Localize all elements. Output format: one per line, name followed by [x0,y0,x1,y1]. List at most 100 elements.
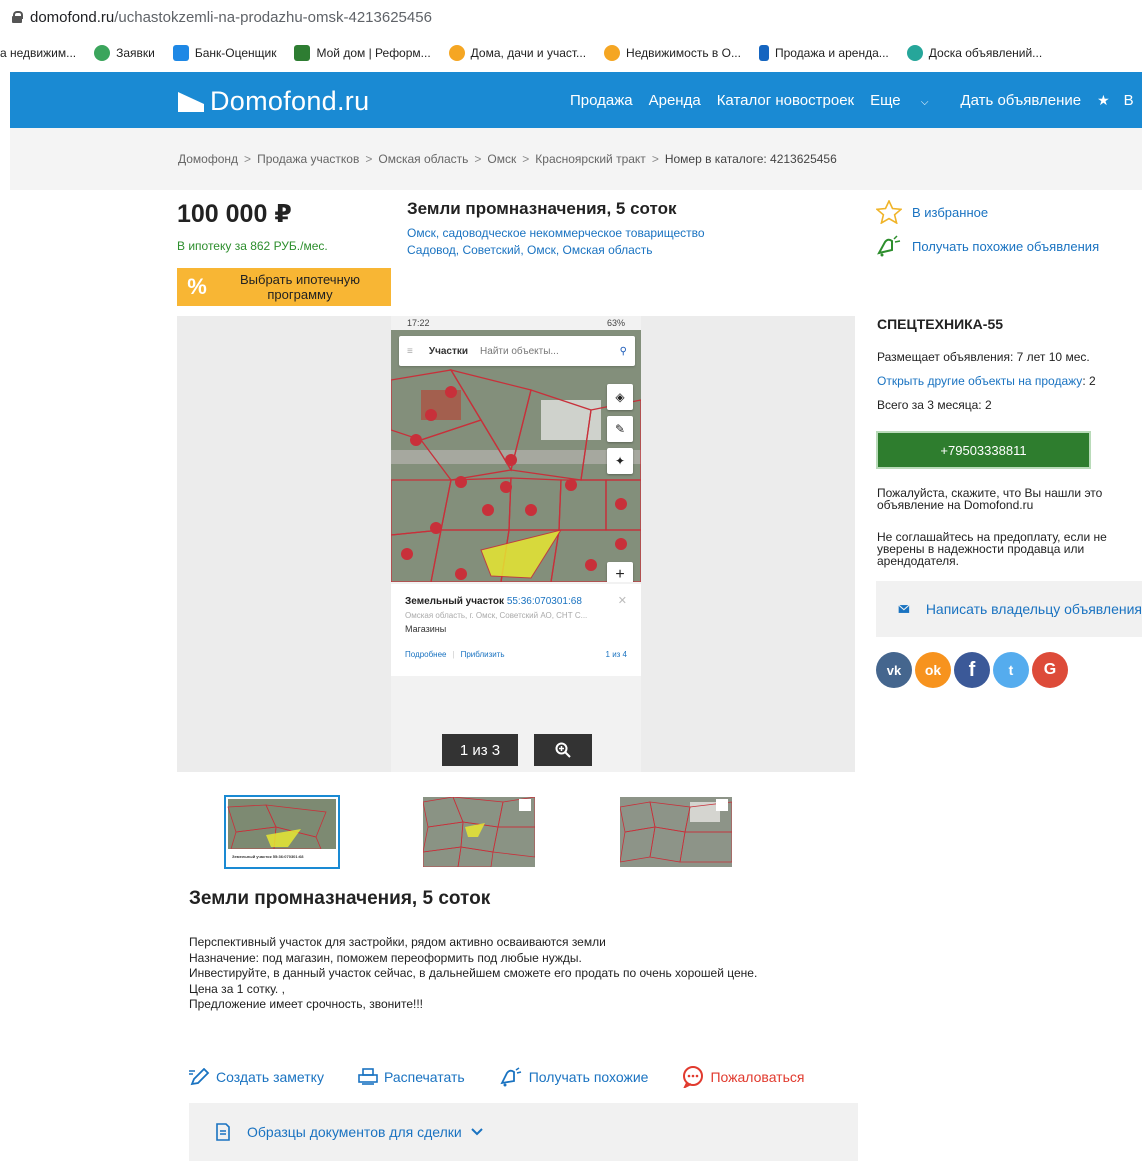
similar-label: Получать похожие объявления [912,238,1100,254]
complaint-icon [683,1066,704,1088]
address-bar[interactable]: domofond.ru/uchastokzemli-na-prodazhu-om… [0,0,1142,34]
write-owner-button[interactable]: Написать владельцу объявления [876,581,1142,637]
status-battery: 63% [606,318,625,328]
map-search-placeholder: Найти объекты... [480,345,559,357]
bookmark-label: Банк-Оценщик [194,46,277,60]
status-time: 17:22 [407,318,430,328]
bookmark-item[interactable]: Мой дом | Реформ... [294,45,431,61]
listing-title: Земли промназначения, 5 соток [407,199,677,218]
get-similar-button[interactable]: Получать похожие [499,1067,649,1087]
nav-new-buildings[interactable]: Каталог новостроек [717,92,854,109]
zoom-photo-button[interactable] [534,734,592,766]
nav-sale[interactable]: Продажа [570,92,633,109]
site-logo[interactable]: Domofond.ru [178,82,369,118]
ruler-icon[interactable]: ✎ [607,416,633,442]
social-share: vk ok f t G [876,652,1071,688]
description-line: Цена за 1 сотку. , [189,981,285,996]
thumbnail-caption: Земельный участок 55:36:070301:68 [232,854,304,859]
bookmark-icon [294,45,311,61]
listing-address[interactable]: Садовод, Советский, Омск, Омская область [407,243,653,257]
map-search-bar: ≡ Участки Найти объекты... ⚲ [399,336,635,366]
zoom-in-icon[interactable]: + [607,562,633,582]
mortgage-payment[interactable]: В ипотеку за 862 РУБ./мес. [177,239,328,253]
bookmark-item[interactable]: Продажа и аренда... [758,45,889,61]
gallery-thumbnail[interactable]: Земельный участок 55:36:070301:68 [224,795,340,869]
show-phone-button[interactable]: +79503338811 [876,431,1091,469]
report-label: Пожаловаться [710,1069,805,1085]
percent-icon: % [187,274,207,299]
twitter-icon[interactable]: t [993,652,1029,688]
seller-other-listings: Открыть другие объекты на продажу: 2 [877,374,1096,388]
plot-id: 55:36:070301:68 [506,596,582,607]
vk-icon[interactable]: vk [876,652,912,688]
breadcrumb: Домофонд > Продажа участков > Омская область… [178,152,837,166]
breadcrumb-item[interactable]: Омская область [378,152,468,166]
plot-type: Магазины [405,624,447,634]
nav-more[interactable]: Еще ⌵ [870,92,944,109]
gallery-thumbnail[interactable] [620,797,732,867]
add-to-favorites[interactable]: В избранное [876,200,988,224]
report-button[interactable]: Пожаловаться [682,1066,804,1088]
plot-title: Земельный участок 55:36:070301:68 [405,596,627,607]
chevron-down-icon [471,1128,483,1136]
print-button[interactable]: Распечатать [358,1068,465,1086]
main-nav: Продажа Аренда Каталог новостроек Еще ⌵ … [570,72,1142,128]
nav-rent[interactable]: Аренда [649,92,701,109]
bookmark-label: Доска объявлений... [928,46,1043,60]
bookmark-item[interactable]: а недвижим... [0,46,76,60]
nav-login[interactable]: В [1124,92,1134,109]
odnoklassniki-icon[interactable]: ok [915,652,951,688]
bookmark-label: Недвижимость в О... [626,46,741,60]
plot-zoom-link: Приблизить [460,650,505,659]
star-outline-icon [876,200,902,224]
documents-dropdown[interactable]: Образцы документов для сделки [189,1103,858,1161]
print-label: Распечатать [383,1069,465,1085]
nav-post-ad[interactable]: Дать объявление [960,92,1081,109]
chevron-down-icon: ⌵ [920,96,929,108]
locate-icon[interactable]: ✦ [607,448,633,474]
other-listings-count: : 2 [1082,374,1096,388]
mortgage-program-label: Выбрать ипотечную программу [239,272,361,302]
bookmark-item[interactable]: Дома, дачи и участ... [448,45,586,61]
bookmark-item[interactable]: Доска объявлений... [906,45,1043,61]
breadcrumb-item[interactable]: Красноярский тракт [535,152,646,166]
url-domain: domofond.ru [30,8,115,26]
menu-icon: ≡ [407,345,413,357]
listing-actions: Создать заметку Распечатать Получать пох… [188,1064,838,1090]
gallery-thumbnail[interactable] [423,797,535,867]
mortgage-program-button[interactable]: % Выбрать ипотечную программу [177,268,391,306]
breadcrumb-separator: > [651,152,659,166]
subscribe-similar[interactable]: Получать похожие объявления [876,235,1099,257]
bookmarks-bar: а недвижим... Заявки Банк-Оценщик Мой до… [0,38,1142,68]
bookmark-item[interactable]: Заявки [94,45,155,61]
facebook-icon[interactable]: f [954,652,990,688]
breadcrumb-item[interactable]: Омск [487,152,516,166]
bookmark-item[interactable]: Недвижимость в О... [604,45,741,61]
create-note-button[interactable]: Создать заметку [188,1068,324,1086]
google-icon[interactable]: G [1032,652,1068,688]
gallery-photo[interactable]: ◈ ✎ ✦ + 17:22 63% ≡ Участки Найти объект… [391,316,641,772]
catalog-number: Номер в каталоге: 4213625456 [664,152,837,166]
url-path: /uchastokzemli-na-prodazhu-omsk-42136254… [114,8,432,26]
description-text: Перспективный участок для застройки, ряд… [189,935,757,1013]
breadcrumb-item[interactable]: Домофонд [178,152,238,166]
create-note-label: Создать заметку [216,1069,324,1085]
logo-mark-icon [178,92,208,118]
get-similar-label: Получать похожие [528,1069,649,1085]
search-icon: ⚲ [619,345,627,357]
bookmark-icon [448,45,465,61]
star-icon[interactable]: ★ [1097,92,1110,109]
favorites-label: В избранное [912,204,989,220]
phone-status-bar: 17:22 63% [391,316,641,332]
printer-icon [358,1068,378,1085]
breadcrumb-bar: Домофонд > Продажа участков > Омская область… [10,128,1142,190]
breadcrumb-item[interactable]: Продажа участков [257,152,359,166]
layers-icon[interactable]: ◈ [607,384,633,410]
bookmark-item[interactable]: Банк-Оценщик [172,45,277,61]
photo-gallery[interactable]: ◈ ✎ ✦ + 17:22 63% ≡ Участки Найти объект… [177,316,855,772]
description-title: Земли промназначения, 5 соток [189,888,491,909]
other-listings-link[interactable]: Открыть другие объекты на продажу [877,374,1082,388]
write-owner-label: Написать владельцу объявления [925,601,1142,617]
bell-icon [877,235,901,257]
listing-address[interactable]: Омск, садоводческое некоммерческое товар… [407,226,705,240]
